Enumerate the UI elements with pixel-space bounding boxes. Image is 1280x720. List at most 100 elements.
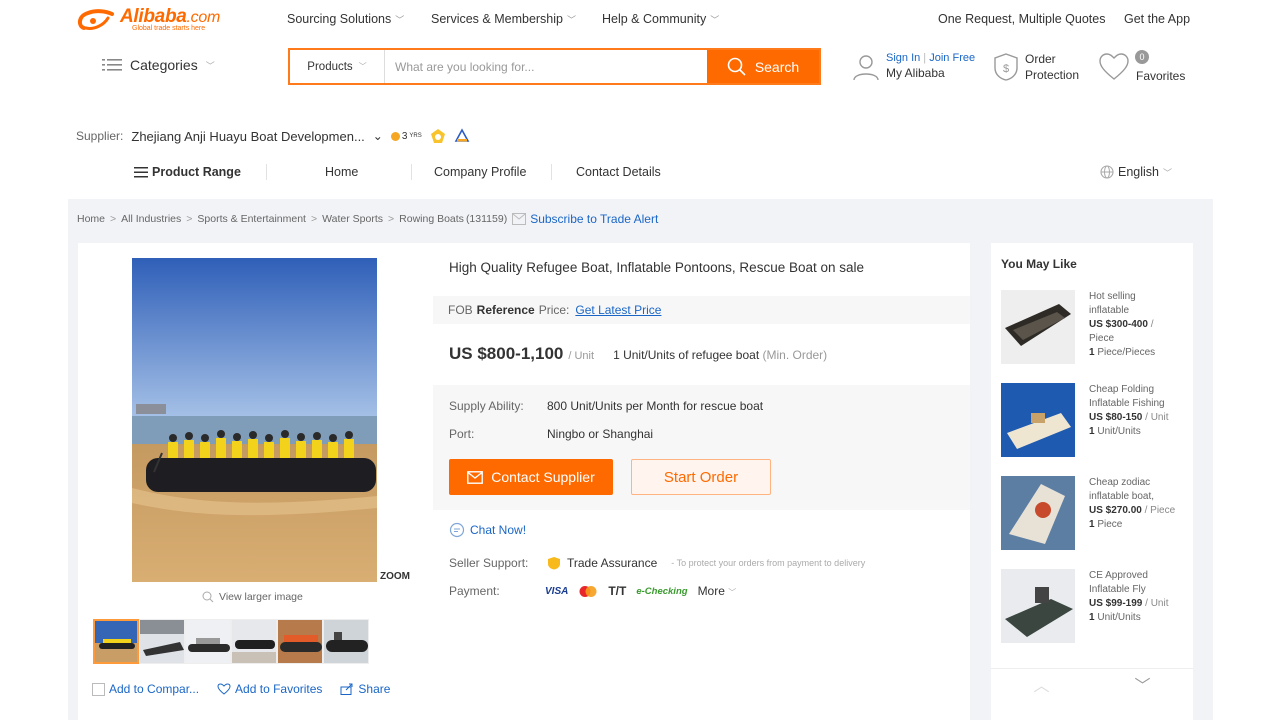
- chevron-down-icon[interactable]: ⌄: [373, 129, 383, 143]
- nav-sourcing-solutions[interactable]: Sourcing Solutions ﹀: [287, 12, 404, 26]
- more-payment-link[interactable]: More ﹀: [698, 584, 737, 598]
- nav-divider: [411, 164, 412, 180]
- chevron-down-icon: ﹀: [728, 588, 737, 597]
- breadcrumb-current[interactable]: Rowing Boats: [399, 213, 464, 225]
- product-range-menu[interactable]: Product Range: [134, 165, 241, 179]
- start-order-button[interactable]: Start Order: [631, 459, 771, 495]
- favorites-link[interactable]: 0 Favorites: [1098, 50, 1185, 83]
- thumbnail[interactable]: [231, 619, 277, 664]
- rfq-link[interactable]: One Request, Multiple Quotes: [938, 12, 1105, 26]
- alibaba-logo[interactable]: Alibaba.com Global trade starts here: [76, 6, 256, 36]
- recommended-item-image: [1001, 290, 1075, 364]
- thumbnail[interactable]: [185, 619, 231, 664]
- payment-row: Payment: VISA T/T e-Checking More ﹀: [449, 584, 737, 598]
- search-category-select[interactable]: Products ﹀: [290, 50, 385, 83]
- nav-services-membership[interactable]: Services & Membership ﹀: [431, 12, 576, 26]
- trade-assurance-icon: [454, 128, 470, 142]
- recommended-item[interactable]: Cheap Folding Inflatable Fishing US $80-…: [1001, 383, 1191, 463]
- search-input[interactable]: [385, 50, 707, 83]
- chevron-up-icon[interactable]: ︿: [1033, 672, 1049, 696]
- recommended-item-image: [1001, 569, 1075, 643]
- categories-menu[interactable]: Categories ﹀: [102, 57, 215, 73]
- nav-help-community[interactable]: Help & Community ﹀: [602, 12, 719, 26]
- rescue-boat-photo: [132, 258, 377, 582]
- breadcrumb-item[interactable]: All Industries: [121, 213, 181, 225]
- boat-thumbnail-image: [186, 620, 230, 663]
- thumbnail[interactable]: [323, 619, 369, 664]
- min-order: 1 Unit/Units of refugee boat (Min. Order…: [613, 348, 828, 362]
- recommended-item[interactable]: Hot selling inflatable US $300-400 / Pie…: [1001, 290, 1191, 370]
- you-may-like-title: You May Like: [1001, 257, 1077, 271]
- gold-supplier-badge: 3 YRS: [390, 131, 422, 142]
- gold-medal-icon: [390, 131, 400, 141]
- company-nav-contact[interactable]: Contact Details: [576, 165, 661, 179]
- list-menu-icon: [102, 59, 122, 71]
- company-nav-home[interactable]: Home: [325, 165, 358, 179]
- trade-assurance-label[interactable]: Trade Assurance: [567, 556, 657, 570]
- logo-tagline: Global trade starts here: [132, 25, 206, 32]
- boat-thumbnail-image: [232, 620, 276, 663]
- thumbnail[interactable]: [93, 619, 139, 664]
- sign-in-link[interactable]: Sign In: [886, 52, 920, 64]
- list-menu-icon: [134, 166, 148, 177]
- breadcrumb-item[interactable]: Water Sports: [322, 213, 383, 225]
- thumbnail[interactable]: [139, 619, 185, 664]
- supplier-name[interactable]: Zhejiang Anji Huayu Boat Developmen...: [131, 129, 364, 144]
- chevron-down-icon: ﹀: [567, 14, 577, 25]
- chevron-down-icon: ﹀: [710, 14, 720, 25]
- product-title: High Quality Refugee Boat, Inflatable Po…: [449, 260, 865, 275]
- supplier-row: Supplier: Zhejiang Anji Huayu Boat Devel…: [76, 128, 470, 144]
- add-to-compare[interactable]: Add to Compar...: [92, 682, 199, 696]
- add-to-favorites[interactable]: Add to Favorites: [217, 682, 322, 696]
- product-main-image[interactable]: [132, 258, 377, 582]
- search-icon: [727, 57, 746, 76]
- contact-supplier-button[interactable]: Contact Supplier: [449, 459, 613, 495]
- nav-divider: [551, 164, 552, 180]
- magnify-icon: [202, 591, 214, 603]
- svg-text:$: $: [1003, 63, 1009, 75]
- fly-boat-thumbnail: [1001, 569, 1075, 643]
- join-free-link[interactable]: Join Free: [929, 52, 975, 64]
- zoom-label[interactable]: ZOOM: [380, 571, 410, 582]
- price-row: US $800-1,100 / Unit 1 Unit/Units of ref…: [449, 344, 828, 363]
- globe-icon: [1100, 165, 1114, 179]
- view-larger-image[interactable]: View larger image: [202, 591, 303, 603]
- recommended-item[interactable]: CE Approved Inflatable Fly US $99-199 / …: [1001, 569, 1191, 649]
- assessed-supplier-icon: [430, 129, 445, 143]
- breadcrumb-count: (131159): [465, 213, 508, 225]
- breadcrumb-item[interactable]: Sports & Entertainment: [197, 213, 306, 225]
- share-icon: [340, 683, 353, 695]
- zodiac-boat-thumbnail: [1001, 476, 1075, 550]
- seller-support-row: Seller Support: Trade Assurance - To pro…: [449, 556, 866, 570]
- heart-icon: [1099, 53, 1129, 80]
- share-button[interactable]: Share: [340, 682, 390, 696]
- account-menu[interactable]: Sign In | Join Free My Alibaba: [852, 52, 975, 82]
- search-button[interactable]: Search: [707, 50, 819, 83]
- thumbnail[interactable]: [277, 619, 323, 664]
- mastercard-icon: [579, 585, 597, 597]
- chevron-down-icon: ﹀: [395, 14, 405, 25]
- recommended-item[interactable]: Cheap zodiac inflatable boat, US $270.00…: [1001, 476, 1191, 556]
- language-selector[interactable]: English ﹀: [1100, 165, 1172, 179]
- order-protection-link[interactable]: $ Order Protection: [993, 52, 1079, 82]
- thumbnail-strip: [93, 619, 369, 664]
- chevron-down-icon[interactable]: ﹀: [1134, 672, 1150, 696]
- recommended-item-image: [1001, 383, 1075, 457]
- price-value: US $800-1,100: [449, 344, 564, 363]
- breadcrumb-item[interactable]: Home: [77, 213, 105, 225]
- gallery-actions: Add to Compar... Add to Favorites Share: [92, 682, 390, 696]
- chat-now-link[interactable]: Chat Now!: [449, 522, 526, 538]
- company-nav-profile[interactable]: Company Profile: [434, 165, 526, 179]
- boat-thumbnail-image: [324, 620, 368, 663]
- get-app-link[interactable]: Get the App: [1124, 12, 1190, 26]
- mail-icon: [512, 213, 527, 225]
- shield-dollar-icon: $: [994, 53, 1018, 81]
- subscribe-trade-alert[interactable]: Subscribe to Trade Alert: [512, 212, 658, 226]
- folding-boat-thumbnail: [1001, 383, 1075, 457]
- get-latest-price-link[interactable]: Get Latest Price: [575, 303, 661, 317]
- chat-icon: [449, 522, 465, 538]
- my-alibaba-label: My Alibaba: [886, 66, 945, 80]
- fob-price-row: FOB Reference Price: Get Latest Price: [433, 296, 970, 324]
- favorites-count-badge: 0: [1135, 50, 1149, 64]
- trade-assurance-shield-icon: [548, 557, 560, 570]
